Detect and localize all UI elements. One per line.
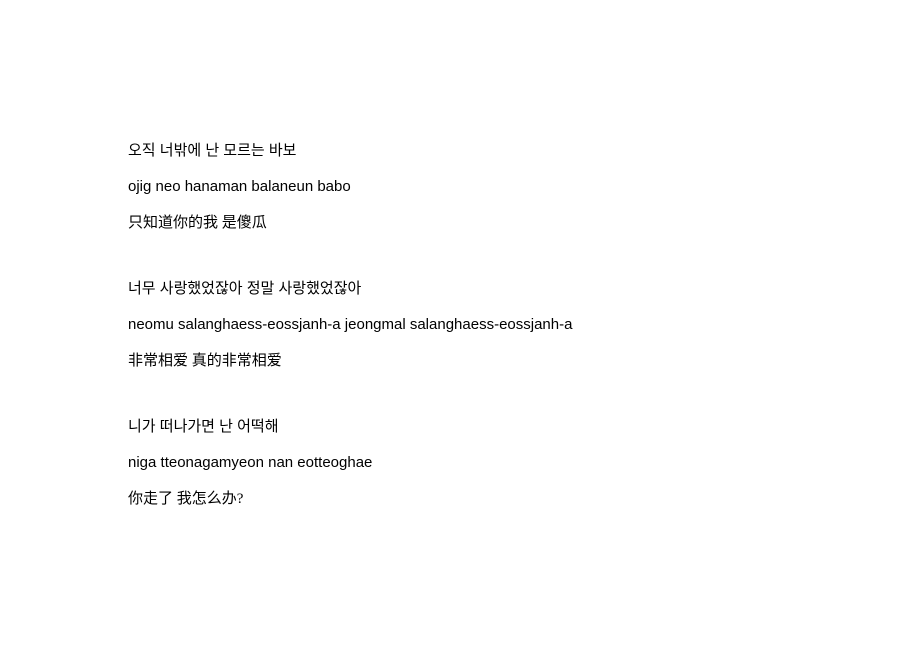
lyric-korean: 니가 떠나가면 난 어떡해 [128,418,920,436]
lyric-stanza: 오직 너밖에 난 모르는 바보 ojig neo hanaman balaneu… [128,142,920,232]
lyric-stanza: 니가 떠나가면 난 어떡해 niga tteonagamyeon nan eot… [128,418,920,508]
lyric-chinese: 只知道你的我 是傻瓜 [128,214,920,232]
lyric-chinese: 非常相爱 真的非常相爱 [128,352,920,370]
lyric-chinese: 你走了 我怎么办? [128,490,920,508]
lyric-romanization: ojig neo hanaman balaneun babo [128,178,920,196]
lyric-romanization: niga tteonagamyeon nan eotteoghae [128,454,920,472]
lyric-romanization: neomu salanghaess-eossjanh-a jeongmal sa… [128,316,920,334]
lyric-korean: 너무 사랑했었잖아 정말 사랑했었잖아 [128,280,920,298]
lyric-korean: 오직 너밖에 난 모르는 바보 [128,142,920,160]
lyric-stanza: 너무 사랑했었잖아 정말 사랑했었잖아 neomu salanghaess-eo… [128,280,920,370]
